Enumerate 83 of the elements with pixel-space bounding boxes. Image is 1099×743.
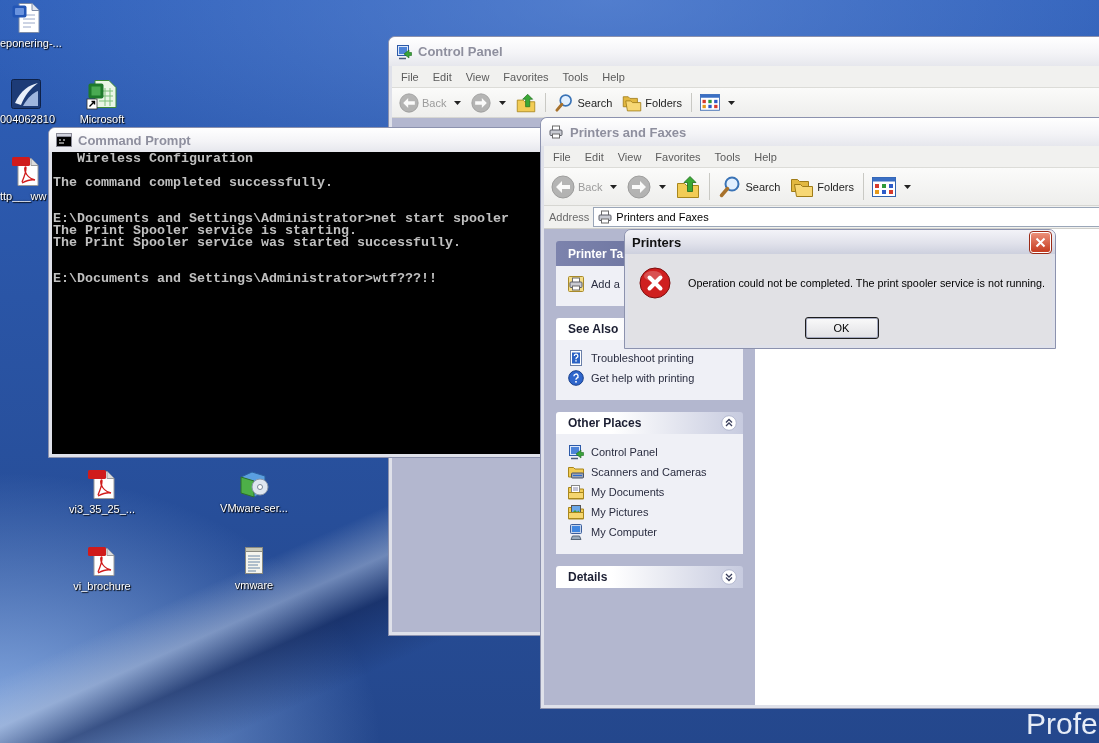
- menu-item[interactable]: Favorites: [648, 150, 708, 163]
- icon-label[interactable]: vi_brochure: [73, 580, 131, 593]
- icon-label[interactable]: ttp___ww: [0, 190, 47, 203]
- back-icon: [551, 174, 575, 199]
- grid-icon: [700, 94, 720, 111]
- menu-item[interactable]: File: [394, 70, 426, 83]
- menu-item[interactable]: View: [610, 150, 649, 163]
- menu-item[interactable]: Edit: [577, 150, 611, 163]
- document-icon[interactable]: [11, 2, 43, 34]
- task-link[interactable]: Control Panel: [568, 442, 658, 462]
- folders-button[interactable]: Folders: [787, 171, 857, 202]
- printer-icon: [597, 209, 614, 225]
- pictures-folder-icon: [568, 504, 584, 520]
- section-title: Printer Ta: [568, 246, 624, 261]
- section-title: See Also: [568, 322, 619, 336]
- expand-button[interactable]: [721, 569, 737, 585]
- folder-up-icon: [516, 92, 537, 113]
- search-icon: [554, 92, 575, 113]
- task-link[interactable]: Troubleshoot printing: [568, 348, 694, 368]
- back-icon: [399, 92, 419, 113]
- folder-up-icon: [676, 174, 701, 199]
- pdf-file-icon[interactable]: [86, 545, 118, 577]
- task-link[interactable]: Scanners and Cameras: [568, 462, 707, 482]
- menu-item[interactable]: Tools: [555, 70, 596, 83]
- dialog-message: Operation could not be completed. The print spooler service is not running.: [688, 277, 1045, 289]
- documents-folder-icon: [568, 484, 584, 500]
- spreadsheet-icon[interactable]: [86, 78, 118, 110]
- console-line: The Print Spooler service is starting.: [53, 225, 357, 237]
- control-panel-icon: [568, 444, 584, 460]
- icon-label[interactable]: vmware: [234, 579, 274, 592]
- menu-item[interactable]: File: [546, 150, 578, 163]
- section-title: Details: [568, 570, 608, 584]
- app-icon[interactable]: [10, 78, 42, 110]
- question-page-icon: [568, 350, 584, 366]
- control-panel-icon: [396, 43, 412, 60]
- printer-icon: [548, 124, 564, 140]
- console-line: The Print Spooler service was started successfully.: [53, 237, 461, 249]
- ok-button[interactable]: OK: [804, 317, 879, 339]
- section-title: Other Places: [568, 416, 642, 430]
- close-button[interactable]: [1030, 231, 1051, 253]
- icon-label[interactable]: 004062810: [0, 113, 56, 126]
- icon-label[interactable]: vi3_35_25_...: [68, 503, 136, 516]
- menu-item[interactable]: Tools: [707, 150, 748, 163]
- scanner-folder-icon: [568, 464, 584, 480]
- icon-label[interactable]: eponering-...: [0, 37, 62, 50]
- forward-icon: [471, 92, 492, 113]
- window-title: Printers and Faxes: [570, 124, 687, 140]
- console-line: The command completed successfully.: [53, 177, 333, 189]
- collapse-button[interactable]: [721, 415, 737, 431]
- error-icon: [639, 267, 671, 299]
- task-link[interactable]: Add a: [568, 274, 620, 294]
- pdf-file-icon[interactable]: [10, 155, 42, 187]
- menu-item[interactable]: Edit: [425, 70, 459, 83]
- console-line: E:\Documents and Settings\Administrator>net start spooler: [53, 213, 509, 225]
- grid-icon: [872, 176, 896, 197]
- icon-label[interactable]: VMware-ser...: [220, 502, 288, 515]
- wallpaper-logo-text: Profe: [1026, 708, 1098, 740]
- search-button[interactable]: Search: [715, 171, 784, 202]
- help-icon: [568, 370, 584, 386]
- console-line: Wireless Configuration: [76, 153, 253, 165]
- pdf-file-icon[interactable]: [86, 468, 118, 500]
- task-link[interactable]: My Computer: [568, 522, 658, 542]
- terminal-icon: [56, 132, 72, 148]
- search-button[interactable]: Search: [551, 89, 616, 116]
- icon-label[interactable]: Microsoft: [79, 113, 125, 126]
- task-link[interactable]: My Documents: [568, 482, 665, 502]
- folders-button[interactable]: Folders: [619, 89, 685, 116]
- window-title: Printers: [632, 234, 682, 250]
- address-label: Address: [549, 211, 590, 223]
- forward-icon: [627, 174, 652, 199]
- menu-item[interactable]: Favorites: [496, 70, 556, 83]
- console-line: E:\Documents and Settings\Administrator>wtf???!!: [53, 273, 437, 285]
- window-title: Control Panel: [418, 44, 503, 59]
- menu-item[interactable]: Help: [595, 70, 632, 83]
- add-printer-icon: [568, 276, 584, 292]
- window-title: Command Prompt: [78, 132, 191, 148]
- task-link[interactable]: My Pictures: [568, 502, 649, 522]
- address-field[interactable]: Printers and Faxes: [593, 207, 1099, 227]
- close-icon: [1035, 236, 1046, 248]
- menu-item[interactable]: View: [458, 70, 497, 83]
- menu-item[interactable]: Help: [747, 150, 784, 163]
- task-link[interactable]: Get help with printing: [568, 368, 695, 388]
- computer-icon: [568, 524, 584, 540]
